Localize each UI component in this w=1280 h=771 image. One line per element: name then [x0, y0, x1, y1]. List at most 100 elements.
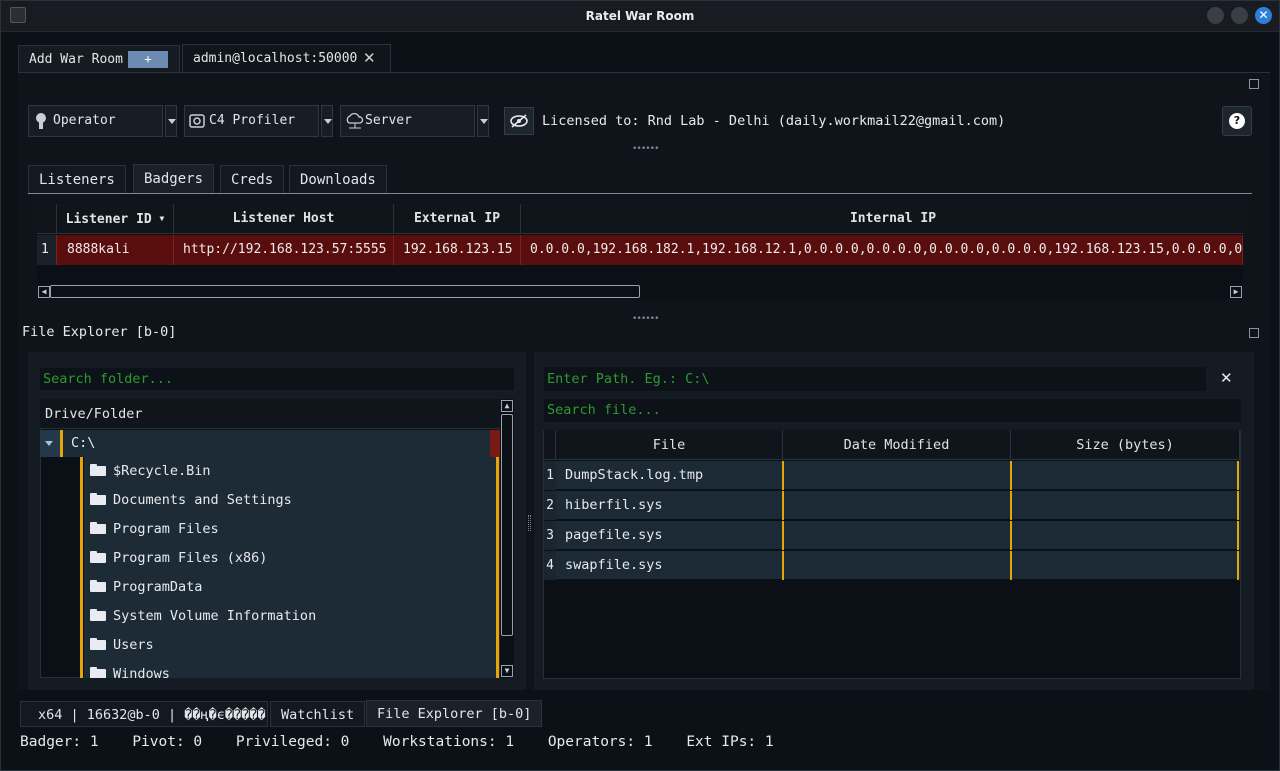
cell-divider: [1010, 491, 1012, 520]
file-name[interactable]: pagefile.sys: [556, 521, 663, 550]
cell-divider: [782, 551, 784, 580]
tree-item[interactable]: ProgramData: [90, 573, 202, 602]
tab-creds[interactable]: Creds: [220, 165, 285, 193]
search-folder-input[interactable]: Search folder...: [40, 368, 514, 390]
cell-divider: [1237, 491, 1239, 520]
tab-add-label: Add War Room: [29, 52, 123, 67]
popout-icon-2[interactable]: [1249, 328, 1259, 338]
cell-divider: [1237, 521, 1239, 550]
clear-path-icon[interactable]: ✕: [1220, 369, 1236, 389]
tree-item[interactable]: Program Files: [90, 515, 219, 544]
tree-right-bar: [496, 457, 499, 678]
c4-profiler-label: C4 Profiler: [209, 113, 296, 128]
operator-label: Operator: [53, 113, 116, 128]
column-header-row-number: [37, 204, 57, 234]
tree-item[interactable]: System Volume Information: [90, 602, 316, 631]
badger-external-ip[interactable]: 192.168.123.15: [394, 235, 521, 265]
search-file-input[interactable]: Search file...: [544, 399, 1241, 422]
operator-icon: [33, 112, 49, 130]
column-header-internal-ip[interactable]: Internal IP: [521, 204, 1243, 234]
splitter-handle[interactable]: ••••••: [632, 144, 659, 154]
column-header-date-modified[interactable]: Date Modified: [783, 430, 1011, 460]
server-label: Server: [365, 113, 412, 128]
scroll-down-icon[interactable]: ▼: [501, 665, 513, 677]
file-name[interactable]: swapfile.sys: [556, 551, 663, 580]
cell-divider: [1010, 521, 1012, 550]
folder-icon: [90, 667, 107, 678]
folder-icon: [90, 580, 107, 592]
camera-icon: [189, 112, 205, 130]
file-name[interactable]: hiberfil.sys: [556, 491, 663, 520]
tree-root-row[interactable]: [40, 430, 500, 457]
tree-item[interactable]: Windows: [90, 660, 170, 678]
tree-item[interactable]: $Recycle.Bin: [90, 457, 211, 486]
close-window-button[interactable]: ✕: [1255, 7, 1272, 24]
badger-listener-id[interactable]: 8888kali: [57, 235, 174, 265]
tree-root-marker: [490, 430, 500, 457]
server-dropdown[interactable]: [477, 105, 489, 137]
help-button[interactable]: ?: [1222, 106, 1252, 136]
scroll-left-icon[interactable]: ◀: [38, 286, 50, 298]
badger-row-number[interactable]: 1: [37, 235, 57, 265]
tab-downloads[interactable]: Downloads: [289, 165, 387, 193]
close-icon[interactable]: ✕: [363, 49, 376, 67]
eye-off-icon: [505, 114, 533, 138]
folder-icon: [90, 609, 107, 621]
tab-file-explorer[interactable]: File Explorer [b-0]: [366, 700, 543, 727]
cell-divider: [1010, 461, 1012, 490]
tab-downloads-label: Downloads: [300, 172, 376, 188]
minimize-button[interactable]: [1207, 7, 1224, 24]
tab-admin-label: admin@localhost:50000: [193, 51, 358, 66]
vertical-scroll-thumb[interactable]: [501, 414, 513, 636]
sort-arrow-icon: ▼: [159, 214, 165, 223]
scroll-right-icon[interactable]: ▶: [1230, 286, 1242, 298]
tab-badgers[interactable]: Badgers: [133, 164, 215, 193]
cell-divider: [782, 461, 784, 490]
cell-divider: [782, 491, 784, 520]
column-header-row-number: [544, 430, 556, 460]
horizontal-scroll-thumb[interactable]: [50, 285, 640, 298]
tree-item[interactable]: Program Files (x86): [90, 544, 267, 573]
tab-badger-session[interactable]: x64 | 16632@b-0 | ��ң�ϵ�����: [20, 701, 268, 727]
tab-admin-session[interactable]: admin@localhost:50000: [182, 44, 391, 72]
tab-listeners[interactable]: Listeners: [28, 165, 126, 193]
tab-watchlist[interactable]: Watchlist: [270, 701, 366, 727]
status-pivot: Pivot: 0: [132, 734, 203, 750]
add-war-room-button[interactable]: +: [128, 51, 168, 68]
file-name[interactable]: DumpStack.log.tmp: [556, 461, 703, 490]
column-header-listener-id[interactable]: Listener ID ▼: [57, 204, 174, 234]
badgers-table: Listener ID ▼ Listener Host External IP …: [37, 204, 1243, 289]
column-header-listener-host[interactable]: Listener Host: [174, 204, 394, 234]
folder-icon: [90, 638, 107, 650]
maximize-button[interactable]: [1231, 7, 1248, 24]
folder-icon: [90, 522, 107, 534]
status-badger: Badger: 1: [20, 734, 99, 750]
column-header-size[interactable]: Size (bytes): [1011, 430, 1240, 460]
operator-button[interactable]: Operator: [28, 105, 163, 137]
tab-creds-label: Creds: [231, 172, 274, 188]
license-text: Licensed to: Rnd Lab - Delhi (daily.work…: [542, 113, 1006, 129]
server-button[interactable]: Server: [340, 105, 475, 137]
tree-item[interactable]: Users: [90, 631, 154, 660]
popout-icon[interactable]: [1249, 79, 1259, 89]
scroll-up-icon[interactable]: ▲: [501, 400, 513, 412]
status-workstations: Workstations: 1: [383, 734, 515, 750]
badger-listener-host[interactable]: http://192.168.123.57:5555: [174, 235, 394, 265]
badger-internal-ip[interactable]: 0.0.0.0,192.168.182.1,192.168.12.1,0.0.0…: [521, 235, 1243, 265]
operator-dropdown[interactable]: [165, 105, 177, 137]
pane-splitter[interactable]: [528, 515, 531, 531]
c4-profiler-button[interactable]: C4 Profiler: [184, 105, 319, 137]
path-input[interactable]: Enter Path. Eg.: C:\: [544, 367, 1206, 391]
file-row-number: 3: [544, 521, 556, 550]
splitter-handle-2[interactable]: ••••••: [632, 314, 659, 324]
c4-profiler-dropdown[interactable]: [321, 105, 333, 137]
status-operators: Operators: 1: [547, 734, 653, 750]
tree-accent-bar: [60, 430, 63, 457]
tree-item[interactable]: Documents and Settings: [90, 486, 292, 515]
column-header-file[interactable]: File: [556, 430, 783, 460]
column-header-external-ip[interactable]: External IP: [394, 204, 521, 234]
hide-license-button[interactable]: [504, 107, 534, 135]
tab-listeners-label: Listeners: [39, 172, 115, 188]
folder-icon: [90, 551, 107, 563]
chevron-down-icon[interactable]: [40, 430, 60, 457]
